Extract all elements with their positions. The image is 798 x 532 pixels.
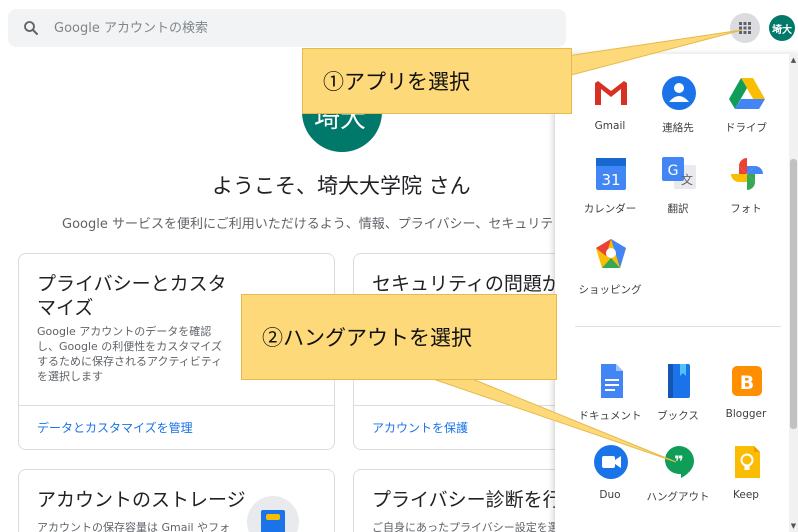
translate-icon: G 文 <box>662 157 696 189</box>
welcome-heading: ようこそ、埼大大学院 さん <box>212 174 471 198</box>
intro-text: Google サービスを便利にご利用いただけるよう、情報、プライバシー、セキュリ… <box>62 217 552 232</box>
translate-g-text: G <box>668 163 679 179</box>
duo-icon <box>594 445 628 479</box>
books-icon <box>668 364 690 398</box>
apps-panel[interactable]: Gmail 連絡先 ドライブ 31 カレンダー G 文 翻訳 フォト ショッピン… <box>555 54 798 532</box>
card-title: プライバシー診断を行う <box>372 489 581 511</box>
app-label: フォト <box>730 203 762 215</box>
app-blogger[interactable]: B Blogger <box>708 362 784 432</box>
manage-data-link[interactable]: データとカスタマイズを管理 <box>37 419 193 436</box>
docs-icon <box>601 364 623 398</box>
app-shopping[interactable]: ショッピング <box>572 236 648 306</box>
hangouts-glyph-text: ❞ <box>674 452 683 471</box>
callout-step1-text: ①アプリを選択 <box>323 70 470 94</box>
card-title: セキュリティの問題が見 <box>372 273 580 295</box>
app-books[interactable]: ブックス <box>640 362 716 432</box>
storage-card[interactable]: アカウントのストレージ アカウントの保存容量は Gmail やフォ <box>18 469 335 532</box>
photos-icon <box>731 158 763 190</box>
app-keep[interactable]: Keep <box>708 443 784 513</box>
callout-step2: ②ハングアウトを選択 <box>241 294 557 380</box>
apps-launcher-button[interactable] <box>730 13 760 43</box>
card-title: プライバシーとカスタマイズ <box>37 273 227 319</box>
apps-divider <box>575 326 781 327</box>
search-icon[interactable] <box>22 19 40 37</box>
card-description: アカウントの保存容量は Gmail やフォ <box>37 521 231 532</box>
contacts-icon <box>662 76 696 110</box>
search-bar[interactable] <box>8 9 566 47</box>
card-footer: データとカスタマイズを管理 <box>19 405 334 449</box>
blogger-icon: B <box>732 366 762 396</box>
blogger-glyph-text: B <box>740 372 754 394</box>
card-title: アカウントのストレージ <box>37 489 246 511</box>
gmail-icon <box>595 81 627 105</box>
app-label: ドライブ <box>725 122 767 134</box>
calendar-icon: 31 <box>596 158 626 190</box>
keep-icon <box>735 446 760 478</box>
scroll-up-arrow-icon[interactable]: ▲ <box>790 56 797 64</box>
app-label: ショッピング <box>578 284 642 296</box>
app-hangouts[interactable]: ❞ ハングアウト <box>640 443 716 513</box>
storage-illustration <box>247 496 299 532</box>
callout-step2-text: ②ハングアウトを選択 <box>262 326 472 350</box>
account-page: 埼大 埼大 ようこそ、埼大大学院 さん Google サービスを便利にご利用いた… <box>0 0 798 532</box>
app-photos[interactable]: フォト <box>708 155 784 225</box>
callout-step1: ①アプリを選択 <box>302 48 572 114</box>
shopping-icon <box>596 239 626 268</box>
apps-panel-scrollbar[interactable]: ▲ ▼ <box>789 54 798 532</box>
scrollbar-thumb[interactable] <box>790 159 797 429</box>
grid-icon <box>739 22 751 34</box>
app-label: Blogger <box>725 408 767 420</box>
calendar-day-text: 31 <box>601 171 620 189</box>
card-description: Google アカウントのデータを確認し、Google の利便性をカスタマイズす… <box>37 325 223 383</box>
card-description: ご自身にあったプライバシー設定を選 <box>372 521 559 532</box>
app-label: Keep <box>733 489 759 501</box>
account-avatar[interactable]: 埼大 <box>769 15 795 41</box>
scroll-down-arrow-icon[interactable]: ▼ <box>790 522 797 530</box>
translate-ja-text: 文 <box>681 172 693 187</box>
app-drive[interactable]: ドライブ <box>708 74 784 144</box>
search-input[interactable] <box>54 15 534 41</box>
drive-icon <box>729 78 765 109</box>
protect-account-link[interactable]: アカウントを保護 <box>372 419 468 436</box>
hangouts-icon: ❞ <box>665 446 694 478</box>
